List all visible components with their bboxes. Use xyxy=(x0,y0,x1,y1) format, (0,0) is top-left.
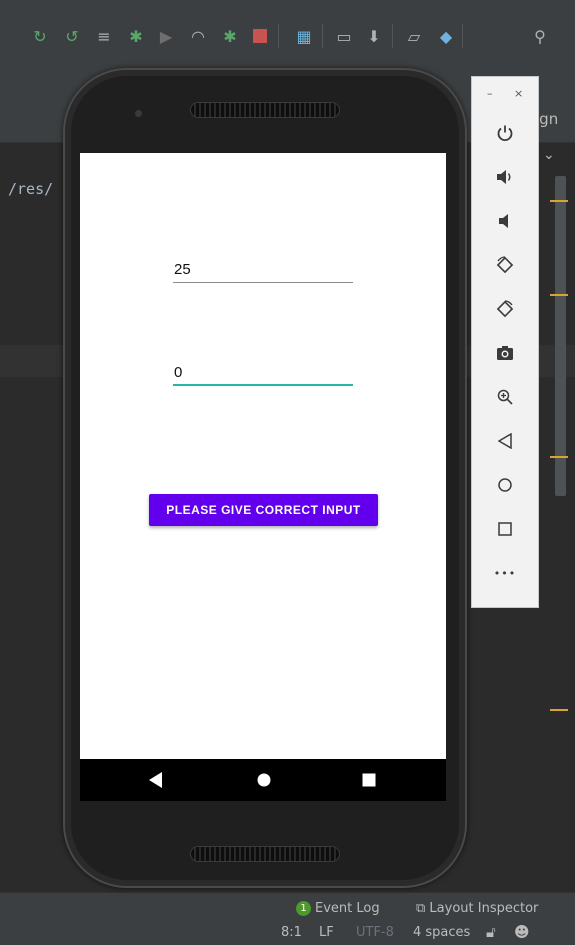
layout-inspector[interactable]: ⧉ Layout Inspector xyxy=(416,901,538,916)
indent-setting[interactable]: 4 spaces xyxy=(413,925,470,940)
apply-code-changes-icon[interactable]: ↺ xyxy=(62,26,82,46)
bottom-speaker xyxy=(190,846,340,862)
number-input-1[interactable]: 25 xyxy=(173,259,353,283)
editor-path-text: /res/ xyxy=(8,180,54,198)
volume-down-icon[interactable] xyxy=(491,207,519,235)
sync-icon[interactable]: ◆ xyxy=(436,26,456,46)
rotate-left-icon[interactable] xyxy=(491,251,519,279)
number-input-2-value: 0 xyxy=(174,364,183,381)
rotate-right-icon[interactable] xyxy=(491,295,519,323)
sdk-manager-icon[interactable]: ⬇ xyxy=(364,26,384,46)
apply-changes-icon[interactable]: ↻ xyxy=(30,26,50,46)
number-input-1-value: 25 xyxy=(174,261,191,278)
search-icon[interactable]: ⚲ xyxy=(530,26,550,46)
submit-button[interactable]: PLEASE GIVE CORRECT INPUT xyxy=(149,494,378,526)
top-speaker xyxy=(190,102,340,118)
screenshot-icon[interactable] xyxy=(491,339,519,367)
gutter-mark xyxy=(550,294,568,296)
front-camera xyxy=(135,110,142,117)
line-ending[interactable]: LF xyxy=(319,925,334,940)
overview-icon[interactable] xyxy=(491,515,519,543)
attach-debugger-icon[interactable]: ▶ xyxy=(156,26,176,46)
minimize-button[interactable]: – xyxy=(487,87,493,100)
ide-toolbar: ↻ ↺ ≡ ✱ ▶ ◠ ✱ ▦ ▭ ⬇ ▱ ◆ ⚲ xyxy=(0,0,575,61)
more-icon[interactable]: ••• xyxy=(491,559,519,587)
smiley-icon[interactable]: ☻ xyxy=(514,923,530,941)
volume-up-icon[interactable] xyxy=(491,163,519,191)
editor-scrollbar[interactable] xyxy=(555,176,566,496)
zoom-icon[interactable] xyxy=(491,383,519,411)
number-input-2[interactable]: 0 xyxy=(173,362,353,386)
emulator-controls-panel: – × ••• xyxy=(471,76,539,608)
event-log[interactable]: 1 Event Log xyxy=(296,901,380,916)
layout-inspector-icon: ⧉ xyxy=(416,901,430,916)
layout-inspector-label: Layout Inspector xyxy=(429,901,539,916)
gutter-mark xyxy=(550,456,568,458)
overview-nav-icon[interactable] xyxy=(357,769,381,791)
gutter-mark xyxy=(550,200,568,202)
gutter-mark xyxy=(550,709,568,711)
stop-icon[interactable] xyxy=(250,26,270,46)
ide-statusbar: 1 Event Log ⧉ Layout Inspector 8:1 LF UTF… xyxy=(0,892,575,945)
device-screen: 25 0 PLEASE GIVE CORRECT INPUT xyxy=(80,153,446,801)
input-underline-focused xyxy=(173,384,353,386)
device-file-icon[interactable]: ▱ xyxy=(404,26,424,46)
debug-tests-icon[interactable]: ✱ xyxy=(220,26,240,46)
home-nav-icon[interactable] xyxy=(252,769,276,791)
input-underline xyxy=(173,282,353,283)
android-nav-bar xyxy=(80,759,446,801)
lock-icon[interactable]: 🔓︎ xyxy=(486,923,496,941)
debug-icon[interactable]: ✱ xyxy=(126,26,146,46)
profile-icon[interactable]: ◠ xyxy=(188,26,208,46)
project-structure-icon[interactable]: ▦ xyxy=(294,26,314,46)
caret-position[interactable]: 8:1 xyxy=(281,925,302,940)
back-nav-icon[interactable] xyxy=(144,769,168,791)
event-log-badge: 1 xyxy=(296,901,311,916)
logcat-icon[interactable]: ≡ xyxy=(94,26,114,46)
power-icon[interactable] xyxy=(491,119,519,147)
close-button[interactable]: × xyxy=(514,87,523,100)
avd-manager-icon[interactable]: ▭ xyxy=(334,26,354,46)
home-icon[interactable] xyxy=(491,471,519,499)
chevron-down-icon[interactable]: ⌄ xyxy=(543,147,555,163)
event-log-label: Event Log xyxy=(315,901,380,916)
back-icon[interactable] xyxy=(491,427,519,455)
file-encoding[interactable]: UTF-8 xyxy=(356,925,394,940)
